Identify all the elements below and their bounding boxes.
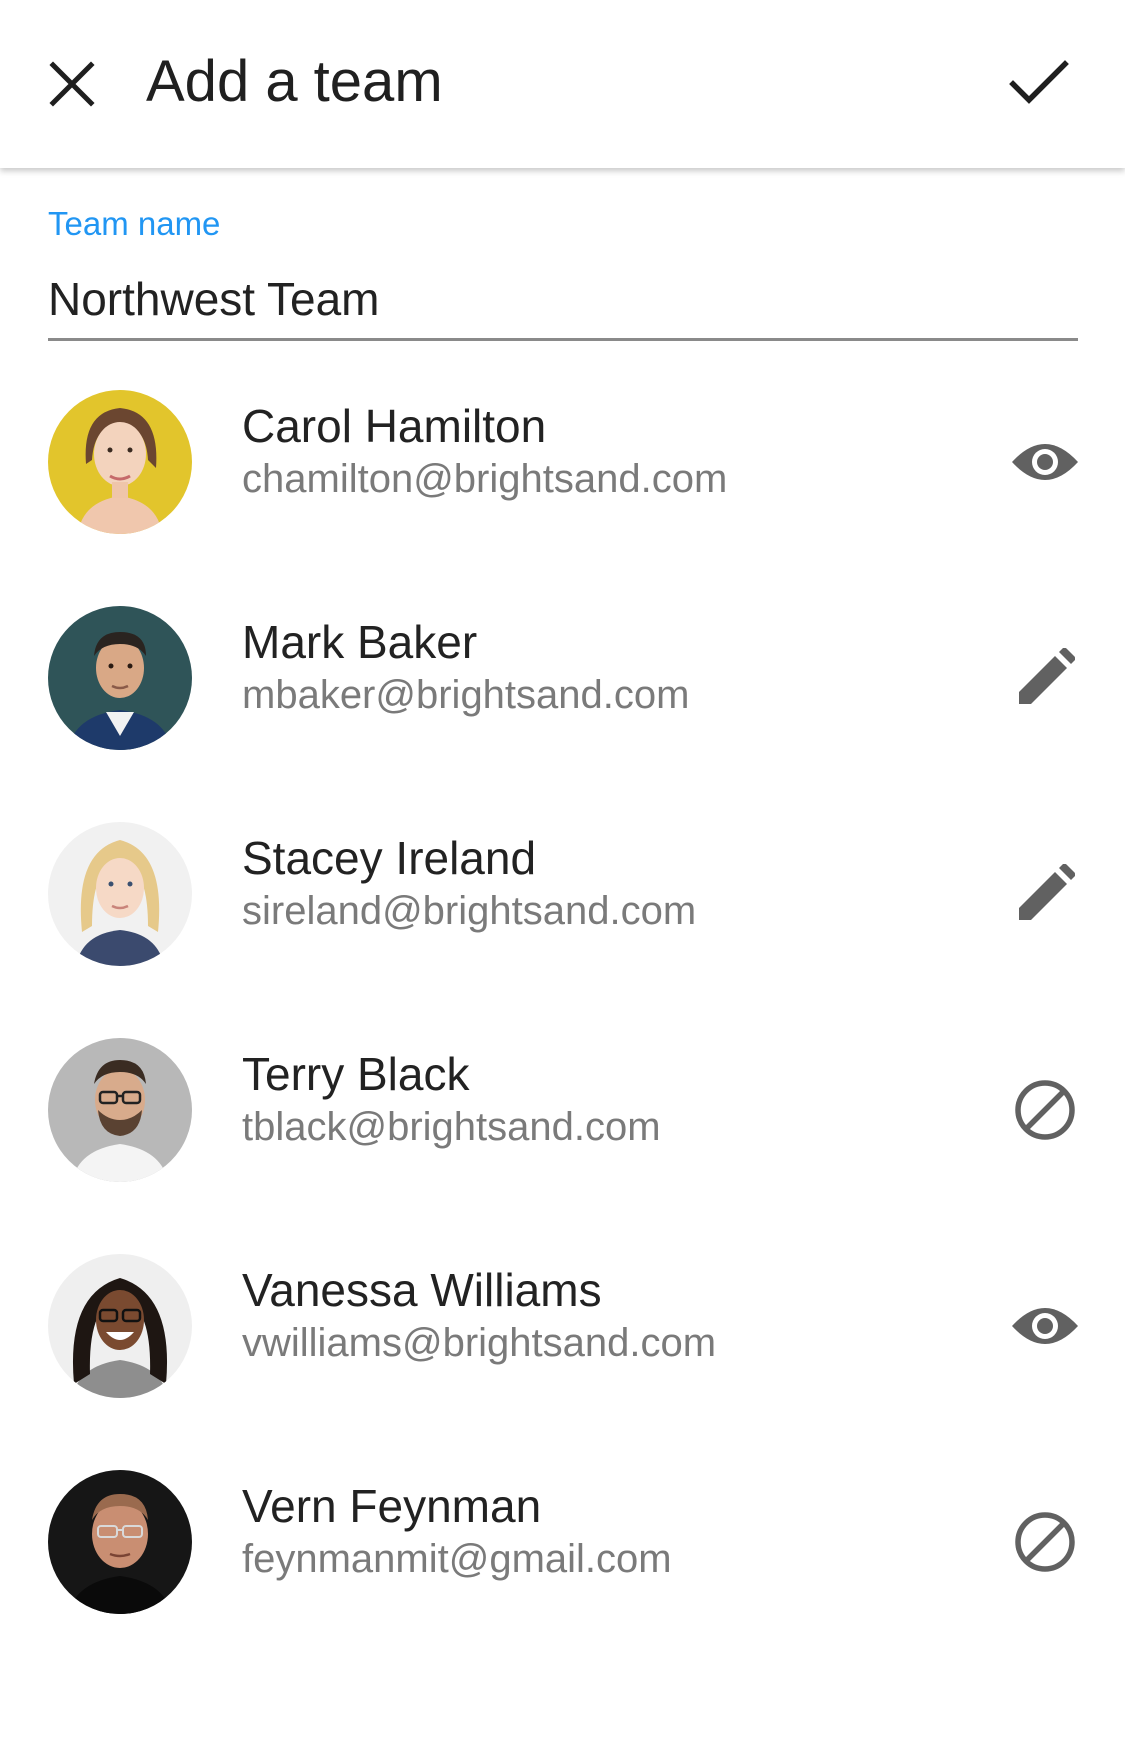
avatar (48, 1254, 192, 1398)
avatar (48, 1470, 192, 1614)
page-title: Add a team (146, 49, 443, 114)
eye-icon (1012, 1308, 1078, 1344)
eye-icon (1012, 444, 1078, 480)
member-name: Mark Baker (242, 616, 478, 668)
permission-button[interactable] (1005, 1286, 1085, 1366)
permission-button[interactable] (1005, 854, 1085, 934)
team-name-label: Team name (48, 205, 221, 242)
close-icon (49, 61, 95, 107)
member-email: tblack@brightsand.com (242, 1105, 661, 1149)
check-icon (1009, 60, 1069, 104)
pencil-icon (1019, 648, 1075, 704)
member-email: chamilton@brightsand.com (242, 457, 728, 501)
close-button[interactable] (40, 44, 104, 124)
member-item[interactable]: Carol Hamilton chamilton@brightsand.com (0, 350, 1125, 566)
block-icon (1015, 1512, 1075, 1572)
member-name: Terry Black (242, 1048, 470, 1100)
avatar (48, 822, 192, 966)
member-email: vwilliams@brightsand.com (242, 1321, 717, 1365)
pencil-icon (1019, 864, 1075, 920)
member-email: sireland@brightsand.com (242, 889, 697, 933)
permission-button[interactable] (1005, 638, 1085, 718)
avatar (48, 390, 192, 534)
member-name: Carol Hamilton (242, 400, 547, 452)
avatar (48, 1038, 192, 1182)
save-button[interactable] (999, 44, 1079, 124)
member-item[interactable]: Mark Baker mbaker@brightsand.com (0, 566, 1125, 782)
member-email: mbaker@brightsand.com (242, 673, 690, 717)
member-name: Stacey Ireland (242, 832, 537, 884)
team-name-underline (48, 338, 1078, 341)
member-item[interactable]: Stacey Ireland sireland@brightsand.com (0, 782, 1125, 998)
avatar (48, 606, 192, 750)
permission-button[interactable] (1005, 422, 1085, 502)
member-email: feynmanmit@gmail.com (242, 1537, 672, 1581)
member-name: Vanessa Williams (242, 1264, 602, 1316)
block-icon (1015, 1080, 1075, 1140)
permission-button[interactable] (1005, 1502, 1085, 1582)
member-item[interactable]: Terry Black tblack@brightsand.com (0, 998, 1125, 1214)
team-name-field: Team name (48, 200, 1078, 343)
permission-button[interactable] (1005, 1070, 1085, 1150)
member-item[interactable]: Vern Feynman feynmanmit@gmail.com (0, 1430, 1125, 1646)
member-name: Vern Feynman (242, 1480, 542, 1532)
team-name-input[interactable] (48, 268, 1078, 330)
app-bar: Add a team (0, 0, 1125, 168)
member-item[interactable]: Vanessa Williams vwilliams@brightsand.co… (0, 1214, 1125, 1430)
